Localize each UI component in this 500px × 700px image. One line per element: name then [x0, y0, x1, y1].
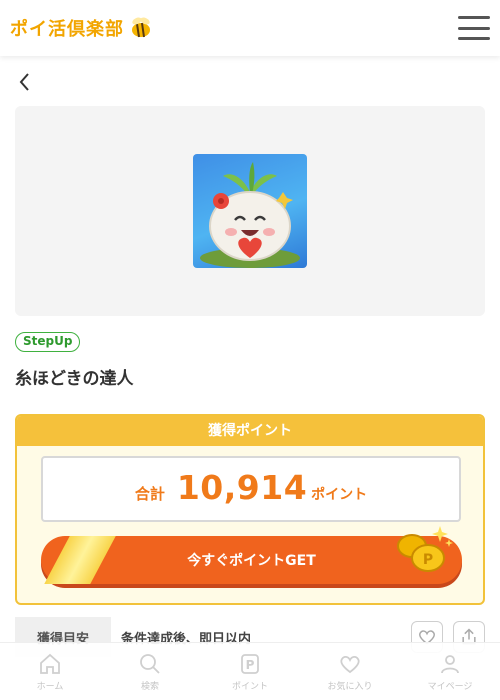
- campaign-title: 糸ほどきの達人: [15, 369, 134, 389]
- total-label: 合計: [134, 485, 165, 503]
- total-points-box: 合計 10,914 ポイント: [41, 456, 461, 522]
- app-icon-image: [193, 154, 307, 268]
- site-logo[interactable]: ポイ活倶楽部: [10, 15, 154, 41]
- nav-label: ポイント: [231, 681, 268, 692]
- button-stripe: [44, 536, 116, 584]
- points-header: 獲得ポイント: [17, 416, 483, 446]
- search-icon: [140, 653, 160, 674]
- home-icon: [40, 653, 60, 674]
- bottom-navigation: ホーム 検索 P ポイント お気に入り マイページ: [0, 642, 500, 700]
- svg-text:P: P: [423, 552, 433, 568]
- nav-mypage[interactable]: マイページ: [400, 643, 500, 700]
- point-icon: P: [241, 653, 259, 674]
- stepup-badge: StepUp: [15, 332, 81, 352]
- nav-label: ホーム: [36, 681, 64, 692]
- top-header: ポイ活倶楽部: [0, 0, 500, 56]
- hamburger-icon[interactable]: [458, 16, 490, 40]
- coins-icon: P: [397, 526, 453, 572]
- svg-text:P: P: [246, 658, 255, 672]
- total-points-value: 10,914: [176, 468, 308, 507]
- get-points-label: 今すぐポイントGET: [187, 553, 316, 569]
- nav-home[interactable]: ホーム: [0, 643, 100, 700]
- nav-label: 検索: [140, 681, 159, 692]
- nav-search[interactable]: 検索: [100, 643, 200, 700]
- app-image-card: [15, 106, 485, 316]
- nav-label: お気に入り: [327, 681, 373, 692]
- heart-icon: [340, 655, 360, 673]
- points-unit: ポイント: [311, 487, 368, 503]
- logo-text: ポイ活倶楽部: [10, 19, 124, 40]
- bee-icon: [132, 17, 150, 38]
- chevron-left-icon[interactable]: [14, 70, 38, 94]
- user-icon: [441, 654, 459, 673]
- nav-favorites[interactable]: お気に入り: [300, 643, 400, 700]
- nav-points[interactable]: P ポイント: [200, 643, 300, 700]
- points-panel: 獲得ポイント 合計 10,914 ポイント 今すぐポイントGET P: [15, 414, 485, 605]
- nav-label: マイページ: [427, 681, 473, 692]
- get-points-button[interactable]: 今すぐポイントGET P: [41, 526, 462, 584]
